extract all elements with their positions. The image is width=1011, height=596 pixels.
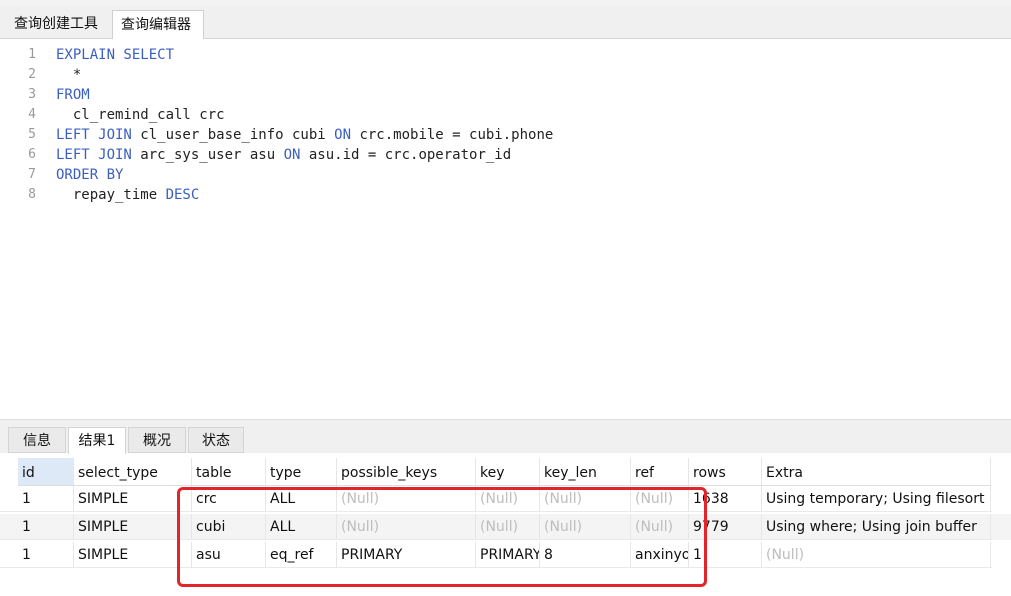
column-header[interactable]: key (476, 458, 540, 486)
line-number: 5 (28, 127, 36, 142)
grid-cell[interactable]: 1 (18, 542, 74, 568)
column-header[interactable]: table (192, 458, 266, 486)
grid-cell[interactable]: (Null) (631, 514, 689, 540)
code-text: FROM (56, 85, 90, 105)
line-number: 4 (28, 107, 36, 122)
table-row[interactable]: 1 SIMPLE crc ALL (Null) (Null) (Null) (Null) 163… (0, 486, 1011, 512)
column-header[interactable]: key_len (540, 458, 631, 486)
sql-text: * (56, 67, 82, 83)
grid-cell[interactable]: (Null) (540, 514, 631, 540)
grid-cell[interactable]: (Null) (337, 514, 476, 540)
row-divider (0, 539, 992, 540)
grid-cell[interactable]: Using temporary; Using filesort (762, 486, 991, 512)
line-number: 6 (28, 147, 36, 162)
sql-text: repay_time (56, 187, 166, 203)
sql-text: asu.id = crc.operator_id (300, 147, 512, 163)
grid-cell[interactable]: asu (192, 542, 266, 568)
line-number: 2 (28, 67, 36, 82)
code-line: 7 ORDER BY (0, 165, 1011, 185)
result-tab[interactable]: 信息 (8, 427, 66, 453)
grid-cell[interactable]: ALL (266, 514, 337, 540)
sql-keyword: DESC (165, 187, 200, 203)
grid-cell[interactable]: Using where; Using join buffer (762, 514, 991, 540)
grid-cell[interactable]: PRIMARY (337, 542, 476, 568)
grid-cell[interactable]: (Null) (476, 514, 540, 540)
column-header[interactable]: ref (631, 458, 689, 486)
code-text: LEFT JOIN cl_user_base_info cubi ON crc.… (56, 125, 553, 145)
code-line: 3 FROM (0, 85, 1011, 105)
grid-cell[interactable]: PRIMARY (476, 542, 540, 568)
code-text: EXPLAIN SELECT (56, 45, 174, 65)
column-header[interactable]: select_type (74, 458, 192, 486)
code-text: ORDER BY (56, 165, 123, 185)
tab-query-editor[interactable]: 查询编辑器 (112, 10, 204, 39)
column-header[interactable]: type (266, 458, 337, 486)
result-tab[interactable]: 状态 (188, 427, 244, 453)
grid-cell[interactable]: 1 (689, 542, 762, 568)
grid-cell[interactable]: eq_ref (266, 542, 337, 568)
grid-cell[interactable]: SIMPLE (74, 486, 192, 512)
code-line: 8 repay_time DESC (0, 185, 1011, 205)
grid-header-row: id select_type table type possible_keys key ke… (0, 458, 1011, 486)
sql-text: arc_sys_user asu (131, 147, 284, 163)
code-line: 5 LEFT JOIN cl_user_base_info cubi ON crc… (0, 125, 1011, 145)
grid-cell[interactable]: cubi (192, 514, 266, 540)
column-header[interactable]: Extra (762, 458, 991, 486)
grid-cell[interactable]: (Null) (631, 486, 689, 512)
result-tab[interactable]: 结果1 (68, 427, 126, 454)
grid-cell[interactable]: (Null) (337, 486, 476, 512)
result-tab[interactable]: 概况 (128, 427, 186, 453)
sql-keyword: ON (283, 147, 301, 163)
code-text: * (56, 65, 81, 85)
result-tab-bar: 信息 结果1 概况 状态 (0, 427, 1011, 454)
grid-cell[interactable]: (Null) (540, 486, 631, 512)
column-header[interactable]: id (18, 458, 74, 486)
grid-cell[interactable]: (Null) (476, 486, 540, 512)
code-line: 2 * (0, 65, 1011, 85)
sql-text: crc.mobile = cubi.phone (351, 127, 554, 143)
row-divider (0, 511, 992, 512)
code-line: 1 EXPLAIN SELECT (0, 45, 1011, 65)
table-row[interactable]: 1 SIMPLE cubi ALL (Null) (Null) (Null) (Null) 97… (0, 514, 1011, 540)
row-divider (0, 567, 992, 568)
sql-text: cl_user_base_info cubi (131, 127, 335, 143)
grid-cell[interactable]: (Null) (762, 542, 991, 568)
sql-keyword: FROM (56, 87, 90, 103)
column-header[interactable]: rows (689, 458, 762, 486)
sql-text: cl_remind_call crc (56, 107, 225, 123)
sql-editor[interactable]: 1 EXPLAIN SELECT 2 * 3 FROM 4 cl_remind_call … (0, 39, 1011, 419)
grid-cell[interactable]: 1 (18, 486, 74, 512)
code-line: 6 LEFT JOIN arc_sys_user asu ON asu.id = … (0, 145, 1011, 165)
editor-tab-bar: 查询创建工具 查询编辑器 (0, 6, 1011, 39)
line-number: 3 (28, 87, 36, 102)
sql-keyword: ORDER BY (56, 167, 124, 183)
table-row[interactable]: 1 SIMPLE asu eq_ref PRIMARY PRIMARY 8 anxinyo 1(… (0, 542, 1011, 568)
grid-cell[interactable]: anxinyo (631, 542, 689, 568)
grid-cell[interactable]: 9779 (689, 514, 762, 540)
grid-cell[interactable]: crc (192, 486, 266, 512)
sql-keyword: EXPLAIN SELECT (56, 47, 175, 63)
grid-cell[interactable]: 1 (18, 514, 74, 540)
column-header[interactable]: possible_keys (337, 458, 476, 486)
result-grid[interactable]: id select_type table type possible_keys key ke… (0, 454, 1011, 596)
line-number: 1 (28, 47, 36, 62)
grid-cell[interactable]: SIMPLE (74, 542, 192, 568)
code-text: LEFT JOIN arc_sys_user asu ON asu.id = c… (56, 145, 511, 165)
grid-cell[interactable]: ALL (266, 486, 337, 512)
grid-cell[interactable]: 8 (540, 542, 631, 568)
line-number: 7 (28, 167, 36, 182)
line-number: 8 (28, 187, 36, 202)
grid-cell[interactable]: 1638 (689, 486, 762, 512)
tab-query-builder[interactable]: 查询创建工具 (6, 10, 112, 38)
grid-cell[interactable]: SIMPLE (74, 514, 192, 540)
code-text: cl_remind_call crc (56, 105, 225, 125)
code-text: repay_time DESC (56, 185, 199, 205)
sql-keyword: ON (334, 127, 352, 143)
sql-keyword: LEFT JOIN (56, 147, 132, 163)
sql-keyword: LEFT JOIN (56, 127, 132, 143)
code-line: 4 cl_remind_call crc (0, 105, 1011, 125)
